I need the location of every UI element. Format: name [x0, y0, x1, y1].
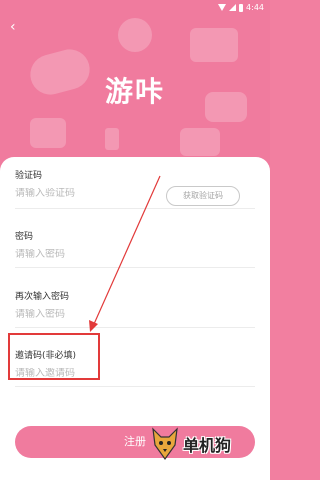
status-time: 4:44: [246, 3, 264, 12]
annotation-highlight-box: [8, 333, 100, 380]
divider: [15, 267, 255, 268]
header: 4:44 ‹ 游咔: [0, 0, 270, 175]
get-code-button[interactable]: 获取验证码: [166, 186, 240, 206]
confirm-password-input[interactable]: [15, 309, 165, 320]
password-input[interactable]: [15, 249, 165, 260]
video-deco-icon: [190, 28, 238, 62]
palette-deco-icon: [118, 18, 152, 52]
password-label: 密码: [15, 232, 34, 242]
confirm-password-field: 再次输入密码: [15, 284, 255, 320]
divider: [15, 327, 255, 328]
cup-deco-icon: [30, 118, 66, 148]
wifi-icon: [218, 4, 227, 11]
status-icons: 4:44: [218, 3, 264, 12]
watermark-text: 单机狗: [183, 436, 232, 455]
confirm-password-label: 再次输入密码: [15, 292, 70, 302]
app-title: 游咔: [104, 75, 165, 108]
watermark: 单机狗: [150, 426, 260, 462]
battery-icon: [239, 3, 244, 12]
verification-label: 验证码: [15, 171, 43, 181]
divider: [15, 386, 255, 387]
status-bar: 4:44: [0, 0, 270, 16]
back-chevron-icon[interactable]: ‹: [10, 20, 24, 34]
music-note-deco-icon: [105, 128, 119, 150]
verification-input[interactable]: [15, 188, 165, 199]
signal-icon: [229, 4, 237, 11]
password-field: 密码: [15, 224, 255, 260]
dog-logo-icon: [152, 427, 178, 461]
play-deco-icon: [180, 128, 220, 156]
divider: [15, 208, 255, 209]
verification-field: 验证码 获取验证码: [15, 163, 255, 206]
